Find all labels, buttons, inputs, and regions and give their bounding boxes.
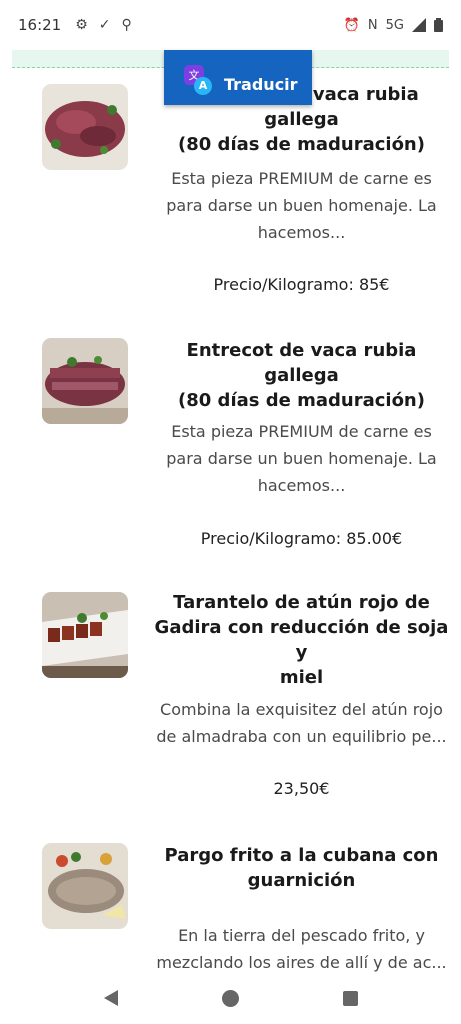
signal-icon xyxy=(412,18,426,32)
dish-description: Esta pieza PREMIUM de carne es para dars… xyxy=(166,422,437,495)
dish-image xyxy=(42,843,128,929)
dish-description: En la tierra del pescado frito, y mezcla… xyxy=(156,926,447,972)
location-icon: ⚲ xyxy=(121,17,132,33)
translate-button[interactable]: 文 A Traducir xyxy=(164,50,312,105)
nfc-icon: N xyxy=(367,17,378,33)
translate-logo-icon: 文 A xyxy=(178,59,216,97)
dish-price: Precio/Kilogramo: 85€ xyxy=(213,275,390,294)
translate-label: Traducir xyxy=(224,75,298,94)
dish-title: Tarantelo de atún rojo de Gadira con red… xyxy=(154,592,449,688)
dish-image xyxy=(42,592,128,678)
home-icon[interactable] xyxy=(221,989,239,1007)
system-nav-bar xyxy=(0,972,461,1024)
status-time: 16:21 xyxy=(18,16,62,34)
5g-icon: 5G xyxy=(385,17,404,33)
gear-icon: ⚙ xyxy=(75,17,88,33)
dish-title: Pargo frito a la cubana con guarnición xyxy=(164,845,439,891)
alarm-icon: ⏰ xyxy=(343,17,360,33)
dish-title: Entrecot de vaca rubia gallega (80 días … xyxy=(178,340,425,411)
dish-image xyxy=(42,84,128,170)
dish-image xyxy=(42,338,128,424)
dish-price: 23,50€ xyxy=(273,779,330,798)
recents-icon[interactable] xyxy=(342,990,358,1006)
dish-price: Precio/Kilogramo: 85.00€ xyxy=(200,529,403,548)
dish-description: Combina la exquisitez del atún rojo de a… xyxy=(156,700,447,746)
dish-description: Esta pieza PREMIUM de carne es para dars… xyxy=(166,169,437,242)
check-download-icon: ✓ xyxy=(98,17,111,33)
back-icon[interactable] xyxy=(103,990,118,1006)
battery-icon xyxy=(434,18,443,32)
status-bar: 16:21 ⚙ ✓ ⚲ ⏰ N 5G xyxy=(0,0,461,50)
